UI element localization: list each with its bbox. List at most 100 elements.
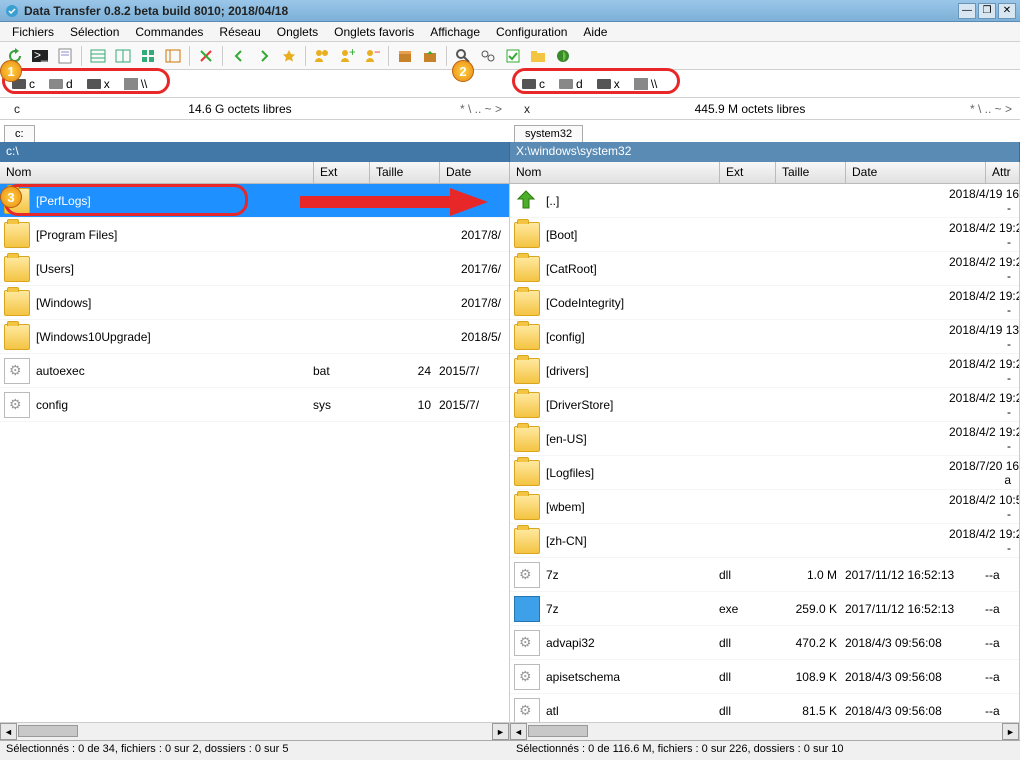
menu-reseau[interactable]: Réseau — [213, 23, 266, 41]
col-taille[interactable]: Taille — [776, 162, 846, 183]
menu-selection[interactable]: Sélection — [64, 23, 125, 41]
path-right[interactable]: X:\windows\system32 — [510, 142, 1020, 162]
nav-right[interactable]: * \ .. ~ > — [970, 102, 1012, 116]
file-row[interactable]: [config]2018/4/19 13:45:36d-- — [510, 320, 1019, 354]
view-thumb-icon[interactable] — [137, 45, 159, 67]
file-row[interactable]: [CatRoot]2018/4/2 19:24:52d-- — [510, 252, 1019, 286]
drive-c-right[interactable]: c — [516, 75, 551, 93]
file-row[interactable]: [Users]2017/6/ — [0, 252, 509, 286]
folder-icon — [4, 256, 30, 282]
menu-commandes[interactable]: Commandes — [129, 23, 209, 41]
scroll-left-arrow[interactable]: ◄ — [510, 723, 527, 740]
folder-icon[interactable] — [527, 45, 549, 67]
file-row[interactable]: [Windows10Upgrade]2018/5/ — [0, 320, 509, 354]
file-row[interactable]: [CodeIntegrity]2018/4/2 19:24:52d-- — [510, 286, 1019, 320]
view-full-icon[interactable] — [112, 45, 134, 67]
unpack-icon[interactable] — [419, 45, 441, 67]
file-row[interactable]: [en-US]2018/4/2 19:24:53d-- — [510, 422, 1019, 456]
check-icon[interactable] — [502, 45, 524, 67]
file-size: 1.0 M — [775, 568, 845, 582]
col-taille[interactable]: Taille — [370, 162, 440, 183]
rows-left[interactable]: [PerfLogs][Program Files]2017/8/[Users]2… — [0, 184, 509, 722]
drive-d-left[interactable]: d — [43, 75, 79, 93]
drive-label-left[interactable]: c — [14, 102, 20, 116]
scroll-right-arrow[interactable]: ► — [492, 723, 509, 740]
col-ext[interactable]: Ext — [314, 162, 370, 183]
sync-icon[interactable] — [477, 45, 499, 67]
file-row[interactable]: atldll81.5 K2018/4/3 09:56:08--a — [510, 694, 1019, 722]
hscroll-right[interactable]: ◄ ► — [510, 723, 1020, 740]
nav-left[interactable]: * \ .. ~ > — [460, 102, 502, 116]
col-nom[interactable]: Nom — [510, 162, 720, 183]
view-brief-icon[interactable] — [87, 45, 109, 67]
rows-right[interactable]: [..]2018/4/19 16:19:37d--[Boot]2018/4/2 … — [510, 184, 1019, 722]
tab-left[interactable]: c: — [4, 125, 35, 142]
file-row[interactable]: [Windows]2017/8/ — [0, 286, 509, 320]
file-date: 2017/8/ — [461, 296, 501, 310]
file-row[interactable]: [zh-CN]2018/4/2 19:24:54d-- — [510, 524, 1019, 558]
back-icon[interactable] — [228, 45, 250, 67]
file-name: apisetschema — [544, 670, 719, 684]
invert-icon[interactable] — [195, 45, 217, 67]
tab-right[interactable]: system32 — [514, 125, 583, 142]
drive-x-right[interactable]: x — [591, 75, 626, 93]
maximize-button[interactable]: ❐ — [978, 3, 996, 19]
file-row[interactable]: 7zdll1.0 M2017/11/12 16:52:13--a — [510, 558, 1019, 592]
file-date: 2018/7/20 16:19:27 — [949, 459, 1019, 473]
file-row[interactable]: [Program Files]2017/8/ — [0, 218, 509, 252]
file-row[interactable]: autoexecbat242015/7/ — [0, 354, 509, 388]
favorites-icon[interactable] — [278, 45, 300, 67]
scroll-thumb[interactable] — [18, 725, 78, 737]
view-tree-icon[interactable] — [162, 45, 184, 67]
user-remove-icon[interactable]: − — [361, 45, 383, 67]
menu-fichiers[interactable]: Fichiers — [6, 23, 60, 41]
file-row[interactable]: configsys102015/7/ — [0, 388, 509, 422]
file-ext: dll — [719, 670, 775, 684]
col-date[interactable]: Date — [440, 162, 510, 183]
drive-x-left[interactable]: x — [81, 75, 116, 93]
help-icon[interactable] — [552, 45, 574, 67]
scroll-left-arrow[interactable]: ◄ — [0, 723, 17, 740]
drive-net-left[interactable]: \\ — [118, 75, 154, 93]
scroll-thumb[interactable] — [528, 725, 588, 737]
file-row[interactable]: [Boot]2018/4/2 19:24:52d-- — [510, 218, 1019, 252]
notepad-icon[interactable] — [54, 45, 76, 67]
pack-icon[interactable] — [394, 45, 416, 67]
menu-affichage[interactable]: Affichage — [424, 23, 486, 41]
menu-aide[interactable]: Aide — [577, 23, 613, 41]
close-button[interactable]: ✕ — [998, 3, 1016, 19]
drive-label-right[interactable]: x — [524, 102, 530, 116]
file-row[interactable]: apisetschemadll108.9 K2018/4/3 09:56:08-… — [510, 660, 1019, 694]
window-controls: — ❐ ✕ — [958, 3, 1016, 19]
file-row[interactable]: advapi32dll470.2 K2018/4/3 09:56:08--a — [510, 626, 1019, 660]
file-row[interactable]: [wbem]2018/4/2 10:59:42d-- — [510, 490, 1019, 524]
col-date[interactable]: Date — [846, 162, 986, 183]
file-icon — [514, 562, 540, 588]
file-ext: dll — [719, 568, 775, 582]
user-add-icon[interactable]: + — [336, 45, 358, 67]
drive-d-right[interactable]: d — [553, 75, 589, 93]
col-attr[interactable]: Attr — [986, 162, 1020, 183]
scroll-right-arrow[interactable]: ► — [1002, 723, 1019, 740]
file-date: 2018/4/2 10:59:42 — [949, 493, 1019, 507]
col-nom[interactable]: Nom — [0, 162, 314, 183]
menu-onglets[interactable]: Onglets — [271, 23, 324, 41]
file-row[interactable]: [Logfiles]2018/7/20 16:19:27d-a — [510, 456, 1019, 490]
folder-icon — [514, 392, 540, 418]
menu-onglets-favoris[interactable]: Onglets favoris — [328, 23, 420, 41]
terminal-icon[interactable]: >_ — [29, 45, 51, 67]
drive-net-right[interactable]: \\ — [628, 75, 664, 93]
file-row[interactable]: [drivers]2018/4/2 19:24:53d-- — [510, 354, 1019, 388]
file-row[interactable]: 7zexe259.0 K2017/11/12 16:52:13--a — [510, 592, 1019, 626]
file-attr: --a — [985, 636, 1019, 650]
minimize-button[interactable]: — — [958, 3, 976, 19]
file-row[interactable]: [PerfLogs] — [0, 184, 509, 218]
hscroll-left[interactable]: ◄ ► — [0, 723, 510, 740]
path-left[interactable]: c:\ — [0, 142, 510, 162]
file-row[interactable]: [..]2018/4/19 16:19:37d-- — [510, 184, 1019, 218]
menu-configuration[interactable]: Configuration — [490, 23, 573, 41]
users-icon[interactable] — [311, 45, 333, 67]
file-row[interactable]: [DriverStore]2018/4/2 19:24:53d-- — [510, 388, 1019, 422]
col-ext[interactable]: Ext — [720, 162, 776, 183]
forward-icon[interactable] — [253, 45, 275, 67]
